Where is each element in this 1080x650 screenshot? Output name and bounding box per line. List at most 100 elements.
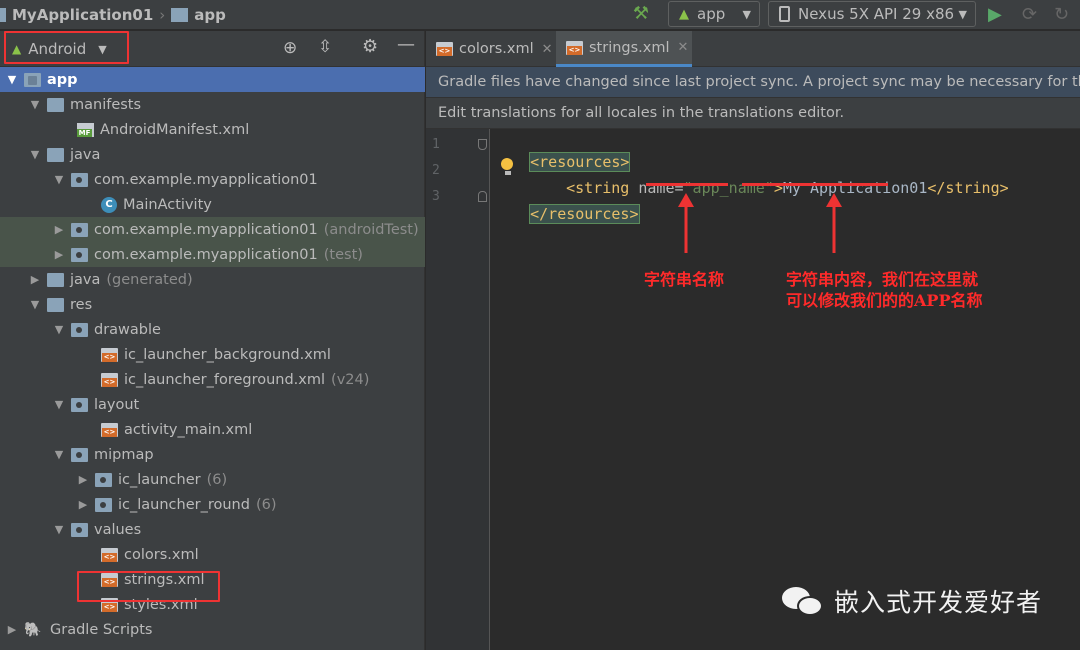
tree-item-package[interactable]: ▼ com.example.myapplication01 bbox=[0, 167, 425, 192]
tree-item-android-manifest[interactable]: AndroidManifest.xml bbox=[0, 117, 425, 142]
chevron-down-icon[interactable]: ▼ bbox=[53, 323, 65, 336]
resource-folder-icon bbox=[47, 297, 64, 312]
module-name: app bbox=[194, 6, 226, 24]
tree-item-activity-main[interactable]: activity_main.xml bbox=[0, 417, 425, 442]
tree-item-label: values bbox=[94, 521, 142, 538]
tree-item-label: MainActivity bbox=[123, 196, 212, 213]
device-label: Nexus 5X API 29 x86 bbox=[798, 5, 955, 23]
xml-file-icon bbox=[101, 422, 118, 437]
tree-item-drawable[interactable]: ▼ drawable bbox=[0, 317, 425, 342]
gear-icon[interactable]: ⚙ bbox=[362, 36, 378, 57]
folder-icon bbox=[71, 447, 88, 462]
tab-colors-xml[interactable]: colors.xml ✕ bbox=[426, 31, 554, 67]
tree-item-label: activity_main.xml bbox=[124, 421, 253, 438]
tree-item-colors-xml[interactable]: colors.xml bbox=[0, 542, 425, 567]
locate-icon[interactable]: ⊕ bbox=[283, 38, 297, 58]
tree-item-ic-launcher-foreground[interactable]: ic_launcher_foreground.xml (v24) bbox=[0, 367, 425, 392]
tree-item-ic-launcher-round[interactable]: ▶ ic_launcher_round (6) bbox=[0, 492, 425, 517]
chevron-down-icon[interactable]: ▼ bbox=[53, 448, 65, 461]
tree-item-java-generated[interactable]: ▶ java (generated) bbox=[0, 267, 425, 292]
run-icon[interactable]: ▶ bbox=[988, 4, 1002, 25]
main-toolbar: MyApplication01 › app ⚒ ▲ app ▼ Nexus 5X… bbox=[0, 0, 1080, 30]
tree-item-layout[interactable]: ▼ layout bbox=[0, 392, 425, 417]
tree-item-label: colors.xml bbox=[124, 546, 199, 563]
tree-item-label: java bbox=[70, 146, 101, 163]
collapse-all-icon[interactable]: ⇳ bbox=[318, 37, 332, 57]
translations-banner-text: Edit translations for all locales in the… bbox=[438, 105, 845, 121]
tree-item-suffix: (6) bbox=[255, 496, 277, 513]
gradle-elephant-icon: 🐘 bbox=[24, 621, 42, 638]
tree-item-gradle-scripts[interactable]: ▶ 🐘 Gradle Scripts bbox=[0, 617, 425, 642]
name-arrow bbox=[678, 193, 694, 253]
tree-item-label: com.example.myapplication01 bbox=[94, 221, 318, 238]
strings-xml-highlight bbox=[77, 571, 220, 602]
chevron-right-icon[interactable]: ▶ bbox=[53, 248, 65, 261]
tree-item-label: Gradle Scripts bbox=[50, 621, 153, 638]
close-icon[interactable]: ✕ bbox=[678, 40, 689, 55]
chevron-right-icon[interactable]: ▶ bbox=[29, 273, 41, 286]
chevron-down-icon[interactable]: ▼ bbox=[53, 398, 65, 411]
tree-item-suffix: (generated) bbox=[106, 271, 193, 288]
tree-item-values[interactable]: ▼ values bbox=[0, 517, 425, 542]
string-content-annotation-line1: 字符串内容，我们在这里就 bbox=[786, 270, 979, 289]
tree-item-main-activity[interactable]: C MainActivity bbox=[0, 192, 425, 217]
folder-icon bbox=[71, 397, 88, 412]
watermark-text: 嵌入式开发爱好者 bbox=[834, 588, 1043, 617]
tree-item-package-test[interactable]: ▶ com.example.myapplication01 (test) bbox=[0, 242, 425, 267]
project-breadcrumb[interactable]: MyApplication01 › app bbox=[0, 0, 226, 30]
chevron-down-icon[interactable]: ▼ bbox=[53, 523, 65, 536]
tree-item-label: drawable bbox=[94, 321, 161, 338]
translations-banner: Edit translations for all locales in the… bbox=[426, 98, 1080, 129]
tree-item-mipmap[interactable]: ▼ mipmap bbox=[0, 442, 425, 467]
tree-item-label: ic_launcher_background.xml bbox=[124, 346, 331, 363]
chevron-down-icon[interactable]: ▼ bbox=[29, 98, 41, 111]
tree-item-label: java bbox=[70, 271, 101, 288]
chevron-right-icon[interactable]: ▶ bbox=[53, 223, 65, 236]
apply-code-changes-icon[interactable]: ↻ bbox=[1054, 4, 1069, 25]
tab-label: colors.xml bbox=[459, 41, 534, 57]
sync-banner-text: Gradle files have changed since last pro… bbox=[438, 74, 1080, 90]
chevron-right-icon[interactable]: ▶ bbox=[6, 623, 18, 636]
run-config-label: app bbox=[697, 5, 726, 23]
chevron-down-icon[interactable]: ▼ bbox=[29, 148, 41, 161]
close-icon[interactable]: ✕ bbox=[542, 42, 553, 57]
tree-item-package-android-test[interactable]: ▶ com.example.myapplication01 (androidTe… bbox=[0, 217, 425, 242]
project-folder-icon bbox=[0, 8, 6, 22]
code-editor[interactable]: 1 2 3 <resources> <string name="app_name… bbox=[426, 129, 1080, 650]
tree-item-java[interactable]: ▼ java bbox=[0, 142, 425, 167]
content-arrow bbox=[826, 193, 842, 253]
tree-item-ic-launcher[interactable]: ▶ ic_launcher (6) bbox=[0, 467, 425, 492]
build-hammer-icon[interactable]: ⚒ bbox=[630, 3, 652, 25]
chevron-down-icon[interactable]: ▼ bbox=[6, 73, 18, 86]
folder-icon bbox=[71, 322, 88, 337]
tree-item-res[interactable]: ▼ res bbox=[0, 292, 425, 317]
run-config-selector[interactable]: ▲ app ▼ bbox=[668, 1, 760, 27]
device-selector[interactable]: Nexus 5X API 29 x86 ▼ bbox=[768, 1, 976, 27]
tree-item-label: AndroidManifest.xml bbox=[100, 121, 250, 138]
tab-strings-xml[interactable]: strings.xml ✕ bbox=[556, 31, 692, 67]
minimize-icon[interactable]: — bbox=[397, 34, 415, 55]
tree-item-manifests[interactable]: ▼ manifests bbox=[0, 92, 425, 117]
tree-item-ic-launcher-background[interactable]: ic_launcher_background.xml bbox=[0, 342, 425, 367]
tree-item-suffix: (6) bbox=[206, 471, 228, 488]
chevron-down-icon[interactable]: ▼ bbox=[29, 298, 41, 311]
manifest-file-icon bbox=[77, 122, 94, 137]
apply-changes-icon[interactable]: ⟳ bbox=[1022, 4, 1037, 25]
chevron-down-icon: ▼ bbox=[742, 7, 751, 21]
folder-icon bbox=[47, 147, 64, 162]
tree-item-suffix: (test) bbox=[323, 246, 363, 263]
tree-item-label: res bbox=[70, 296, 93, 313]
chevron-right-icon[interactable]: ▶ bbox=[77, 473, 89, 486]
tree-item-label: ic_launcher_round bbox=[118, 496, 250, 513]
string-name-annotation: 字符串名称 bbox=[644, 270, 725, 289]
tree-item-app[interactable]: ▼ app bbox=[0, 67, 425, 92]
phone-icon bbox=[779, 6, 790, 22]
chevron-down-icon[interactable]: ▼ bbox=[53, 173, 65, 186]
folder-icon bbox=[95, 497, 112, 512]
project-name: MyApplication01 bbox=[12, 6, 154, 24]
breadcrumb-separator-icon: › bbox=[159, 6, 166, 24]
xml-file-icon bbox=[101, 372, 118, 387]
tree-item-suffix: (v24) bbox=[331, 371, 370, 388]
view-mode-highlight bbox=[4, 31, 129, 64]
chevron-right-icon[interactable]: ▶ bbox=[77, 498, 89, 511]
